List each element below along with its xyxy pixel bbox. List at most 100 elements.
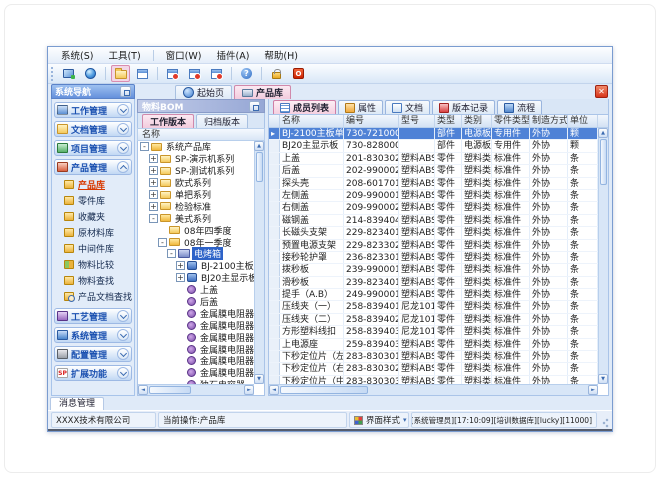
tree-node[interactable]: +SP-演示机系列 (138, 153, 254, 165)
tree-node[interactable]: 08年四季度 (138, 224, 254, 236)
expander-plus-icon[interactable]: + (149, 178, 158, 187)
window-red-button[interactable] (185, 65, 204, 82)
tree-node[interactable]: -08年一季度 (138, 236, 254, 248)
expander-plus-icon[interactable]: + (149, 190, 158, 199)
table-row[interactable]: 接秒轮护罩236-823301-00X塑料ABS零件塑料类标准件外协条 (269, 252, 608, 264)
chevron-down-icon[interactable] (117, 104, 129, 116)
table-horizontal-scrollbar[interactable] (269, 384, 598, 395)
tree-node[interactable]: -系统产品库 (138, 141, 254, 153)
menu-item-5[interactable]: 帮助(H) (257, 47, 305, 63)
tree-node[interactable]: +欧式系列 (138, 177, 254, 189)
column-header-6[interactable]: 制造方式 (530, 115, 568, 127)
sidebar-item-product-lib[interactable]: 产品库 (64, 177, 132, 191)
sidebar-item-part-lib[interactable]: 零件库 (64, 193, 132, 207)
scroll-down-icon[interactable] (598, 374, 608, 384)
tree-node[interactable]: +单把系列 (138, 189, 254, 201)
tree-node[interactable]: 金属膜电阻器 (138, 367, 254, 379)
column-header-7[interactable]: 单位 (568, 115, 598, 127)
sidebar-item-extension[interactable]: 扩展功能 (54, 365, 132, 381)
scroll-right-icon[interactable] (588, 385, 598, 395)
tree-node[interactable]: 金属膜电阻器 (138, 319, 254, 331)
table-row[interactable]: 右侧盖209-990002-01X塑料ABS零件塑料类标准件外协条 (269, 202, 608, 214)
chevron-down-icon[interactable] (117, 348, 129, 360)
table-row[interactable]: 下秒定位片（右）283-830302-00X塑料ABS零件塑料类标准件外协条 (269, 363, 608, 375)
menu-item-3[interactable]: 窗口(W) (159, 47, 209, 63)
table-row[interactable]: 左侧盖209-990001-01X塑料ABS零件塑料类标准件外协条 (269, 190, 608, 202)
scroll-up-icon[interactable] (598, 128, 608, 138)
table-hscroll-thumb[interactable] (280, 386, 368, 394)
tree-node[interactable]: 上盖 (138, 284, 254, 296)
expander-plus-icon[interactable]: + (149, 154, 158, 163)
tree-node[interactable]: -电烤箱 (138, 248, 254, 260)
scroll-left-icon[interactable] (269, 385, 279, 395)
scroll-down-icon[interactable] (254, 374, 264, 384)
sidebar-item-product-mgmt[interactable]: 产品管理 (54, 159, 132, 175)
tab-product-library[interactable]: 产品库 (234, 85, 291, 99)
tab-workflow[interactable]: 流程 (497, 100, 542, 114)
column-header-0[interactable]: 名称 (280, 115, 344, 127)
tab-message-management[interactable]: 消息管理 (50, 397, 104, 410)
scroll-up-icon[interactable] (254, 141, 264, 151)
menu-item-4[interactable]: 插件(A) (209, 47, 256, 63)
table-row[interactable]: 上盖201-830302-00X塑料ABS零件塑料类标准件外协条 (269, 153, 608, 165)
tree-node[interactable]: 金属膜电阻器 (138, 331, 254, 343)
sidebar-item-product-doc-search[interactable]: 产品文档查找 (64, 289, 132, 303)
sidebar-item-process-mgmt[interactable]: 工艺管理 (54, 308, 132, 324)
grid-button[interactable] (133, 65, 152, 82)
expander-minus-icon[interactable]: - (149, 214, 158, 223)
expander-plus-icon[interactable]: + (149, 202, 158, 211)
expander-plus-icon[interactable]: + (149, 166, 158, 175)
column-header-1[interactable]: 编号 (344, 115, 399, 127)
table-row[interactable]: 压线夹（二）258-839402-00X尼龙1010零件塑料类标准件外协条 (269, 314, 608, 326)
tree-node[interactable]: 金属膜电阻器 (138, 355, 254, 367)
expander-minus-icon[interactable]: - (158, 238, 167, 247)
interface-style-dropdown[interactable]: 界面样式 (349, 412, 409, 428)
chevron-up-icon[interactable] (117, 161, 129, 173)
folder-button[interactable] (111, 65, 130, 82)
menu-item-0[interactable]: 系统(S) (54, 47, 100, 63)
globe-button[interactable] (81, 65, 100, 82)
table-row[interactable]: 方形塑料线扣258-839403-00X尼龙1010零件塑料类标准件外协条 (269, 326, 608, 338)
tab-properties[interactable]: 属性 (338, 100, 383, 114)
chevron-down-icon[interactable] (117, 142, 129, 154)
table-row[interactable]: 后盖202-990002-01X塑料ABS零件塑料类标准件外协条 (269, 165, 608, 177)
sidebar-item-doc-mgmt[interactable]: 文档管理 (54, 121, 132, 137)
sidebar-item-system-mgmt[interactable]: 系统管理 (54, 327, 132, 343)
chevron-down-icon[interactable] (117, 367, 129, 379)
table-row[interactable]: 探头壳208-601701-01X塑料ABS零件塑料类标准件外协条 (269, 178, 608, 190)
expander-plus-icon[interactable]: + (176, 273, 185, 282)
table-row[interactable]: 提手（A.B）249-990001-01X塑料ABS零件塑料类标准件外协条 (269, 289, 608, 301)
sidebar-item-raw-material-lib[interactable]: 原材料库 (64, 225, 132, 239)
table-row[interactable]: 下秒定位片（左）283-830301-00X塑料ABS零件塑料类标准件外协条 (269, 351, 608, 363)
tab-version-0[interactable]: 工作版本 (142, 114, 194, 128)
toolbar-grip[interactable] (51, 67, 54, 81)
tab-documents[interactable]: 文档 (385, 100, 430, 114)
tree-horizontal-scrollbar[interactable] (138, 384, 254, 395)
tree-node[interactable]: 金属膜电阻器 (138, 307, 254, 319)
scroll-right-icon[interactable] (244, 385, 254, 395)
tree-node[interactable]: +BJ20主显示板 (138, 272, 254, 284)
table-row[interactable]: 预置电源支架229-823302-00X塑料ABS零件塑料类标准件外协条 (269, 240, 608, 252)
table-row[interactable]: 磁钢盖214-839404-01X塑料ABS零件塑料类标准件外协条 (269, 215, 608, 227)
tree-vertical-scrollbar[interactable] (254, 141, 264, 384)
column-header-3[interactable]: 类型 (435, 115, 462, 127)
monitor-button[interactable] (59, 65, 78, 82)
lock-button[interactable] (267, 65, 286, 82)
tab-member-list[interactable]: 成员列表 (273, 100, 336, 114)
expander-minus-icon[interactable]: - (167, 249, 176, 258)
tab-start-page[interactable]: 起始页 (175, 85, 232, 99)
sidebar-item-work-mgmt[interactable]: 工作管理 (54, 102, 132, 118)
tree-node[interactable]: 后盖 (138, 296, 254, 308)
chevron-down-icon[interactable] (117, 329, 129, 341)
table-row[interactable]: 压线夹（一）258-839401-00X尼龙1010零件塑料类标准件外协条 (269, 301, 608, 313)
table-row[interactable]: 长磁头支架229-823401-00X塑料ABS零件塑料类标准件外协条 (269, 227, 608, 239)
table-vscroll-thumb[interactable] (600, 139, 607, 185)
close-icon[interactable] (595, 85, 608, 98)
table-row[interactable]: 上电源座259-839403-00X塑料ABS零件塑料类标准件外协条 (269, 339, 608, 351)
sidebar-item-material-search[interactable]: 物料查找 (64, 273, 132, 287)
column-header-2[interactable]: 型号 (399, 115, 435, 127)
sidebar-item-favorites[interactable]: 收藏夹 (64, 209, 132, 223)
chevron-down-icon[interactable] (117, 123, 129, 135)
tree-node[interactable]: +SP-测试机系列 (138, 165, 254, 177)
tab-version-history[interactable]: 版本记录 (432, 100, 495, 114)
